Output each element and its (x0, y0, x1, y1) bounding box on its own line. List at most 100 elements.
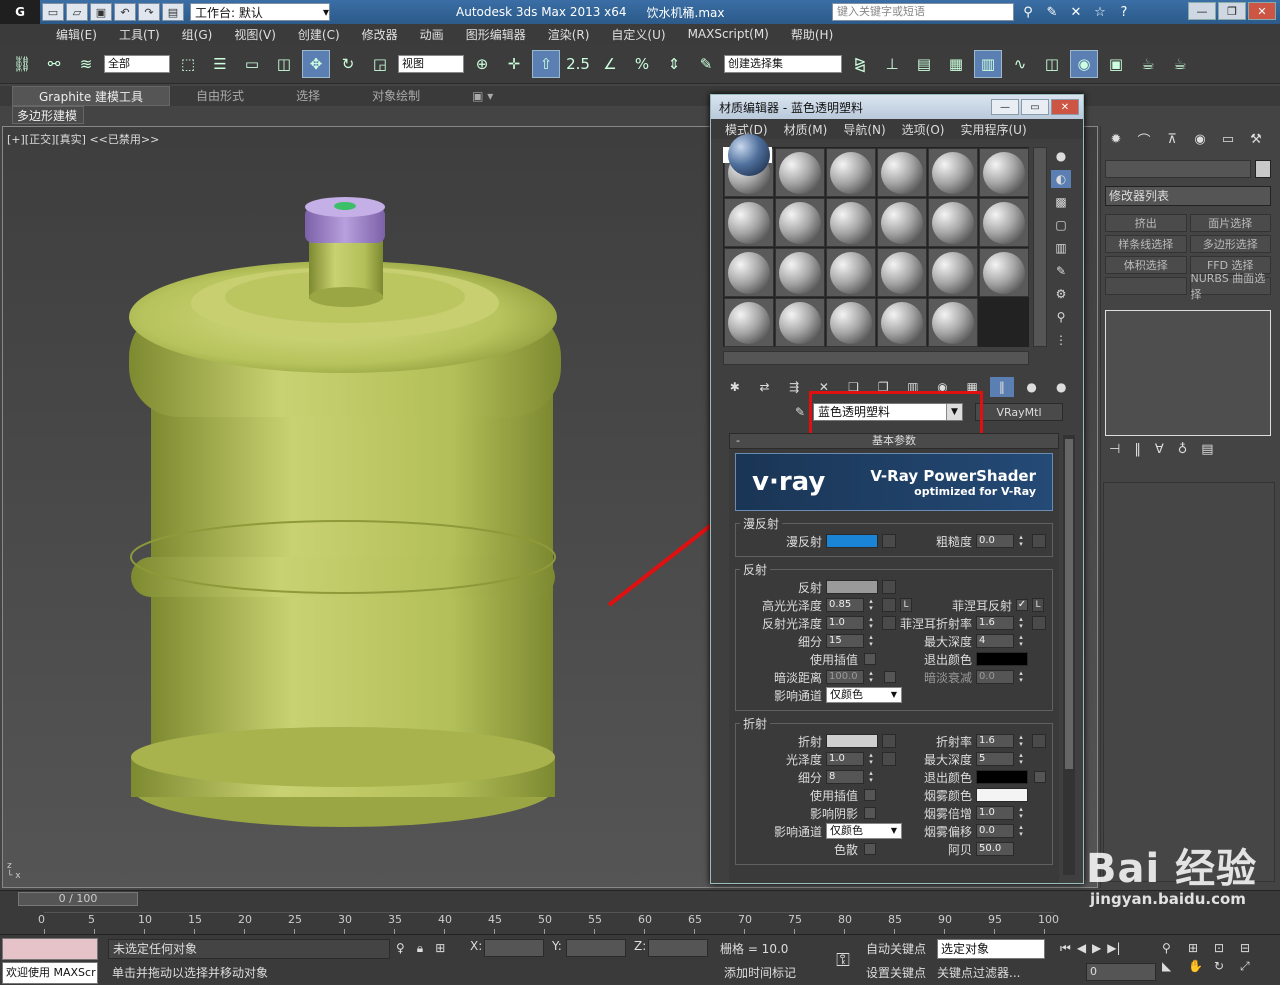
menu-graph-editors[interactable]: 图形编辑器 (466, 26, 526, 43)
refract-map-button[interactable] (882, 734, 896, 748)
sample-slot[interactable] (723, 134, 772, 176)
help-icon[interactable]: ? (1114, 2, 1134, 22)
close-button[interactable]: ✕ (1248, 2, 1276, 20)
create-tab-icon[interactable]: ✹ (1107, 130, 1125, 148)
gloss-map-button[interactable] (882, 752, 896, 766)
link-icon[interactable]: ⛓ (8, 50, 36, 78)
refr-subdivs-spinner[interactable]: ▴ ▾ (866, 770, 876, 784)
modifier-button[interactable]: NURBS 曲面选择 (1189, 272, 1271, 301)
select-by-name-icon[interactable]: ☰ (206, 50, 234, 78)
sample-slot[interactable] (877, 198, 927, 247)
play-icon[interactable]: ▶ (1092, 941, 1101, 956)
refract-color-swatch[interactable] (826, 734, 878, 748)
exit-color-swatch[interactable] (976, 652, 1028, 666)
fresnel-checkbox[interactable]: ✓ (1016, 599, 1028, 611)
refr-subdivs-field[interactable]: 8 (826, 770, 864, 784)
frame-ruler[interactable]: 0 5 10 15 20 25 30 35 40 45 50 55 60 65 70 75 80 85 90 95 10… (38, 912, 1059, 935)
maxscript-listener-mini[interactable] (2, 938, 98, 960)
ior-spinner[interactable]: ▴ ▾ (1016, 734, 1026, 748)
menu-tools[interactable]: 工具(T) (119, 26, 160, 43)
z-field[interactable] (648, 939, 708, 957)
search-input[interactable]: 键入关键字或短语 (832, 3, 1014, 21)
reflect-map-button[interactable] (882, 580, 896, 594)
reflect-color-swatch[interactable] (826, 580, 878, 594)
unlink-icon[interactable]: ⚯ (40, 50, 68, 78)
gloss-spinner[interactable]: ▴ ▾ (866, 752, 876, 766)
next-frame-icon[interactable]: ▶| (1107, 941, 1120, 956)
refr-max-depth-spinner[interactable]: ▴ ▾ (1016, 752, 1026, 766)
select-object-icon[interactable]: ⬚ (174, 50, 202, 78)
water-bucket-model[interactable] (129, 197, 561, 827)
maxscript-welcome-text[interactable]: 欢迎使用 MAXScr (2, 962, 98, 984)
select-move-icon[interactable]: ✥ (302, 49, 330, 78)
menu-modifiers[interactable]: 修改器 (362, 26, 398, 43)
fog-bias-spinner[interactable]: ▴ ▾ (1016, 824, 1026, 838)
sample-uv-tiling-icon[interactable]: ▢ (1051, 216, 1071, 234)
snaps-toggle-icon[interactable]: 2.5 (564, 50, 592, 78)
render-iterative-icon[interactable]: ☕ (1166, 50, 1194, 78)
make-unique-icon[interactable]: ∀ (1155, 442, 1164, 457)
menu-help[interactable]: 帮助(H) (791, 26, 833, 43)
hilight-gloss-map-button[interactable] (882, 598, 896, 612)
fog-mult-field[interactable]: 1.0 (976, 806, 1014, 820)
gloss-field[interactable]: 1.0 (826, 752, 864, 766)
dispersion-checkbox[interactable] (864, 843, 876, 855)
slots-horizontal-scrollbar[interactable] (723, 351, 1029, 365)
hilight-gloss-spinner[interactable]: ▴ ▾ (866, 598, 876, 612)
open-file-icon[interactable]: ▱ (66, 3, 88, 21)
sample-slot[interactable] (775, 298, 825, 347)
use-interp-checkbox[interactable] (864, 653, 876, 665)
modifier-button[interactable]: 多边形选择 (1189, 235, 1271, 253)
sample-slot[interactable] (826, 248, 876, 297)
sample-slot[interactable] (826, 148, 876, 197)
scrollbar-thumb[interactable] (1065, 439, 1073, 769)
sample-slot[interactable] (877, 148, 927, 197)
named-selection-select[interactable]: 创建选择集 (724, 54, 842, 73)
sample-slot[interactable] (928, 198, 978, 247)
reference-coord-select[interactable]: 视图 (398, 54, 464, 73)
key-icon[interactable]: ✎ (1042, 2, 1062, 22)
sample-slot[interactable] (826, 298, 876, 347)
menu-group[interactable]: 组(G) (182, 26, 213, 43)
add-time-tag-button[interactable]: 添加时间标记 (720, 963, 820, 983)
refr-use-interp-checkbox[interactable] (864, 789, 876, 801)
sample-slot[interactable] (826, 198, 876, 247)
maximize-button[interactable]: ❐ (1218, 2, 1246, 20)
diffuse-color-swatch[interactable] (826, 534, 878, 548)
sample-slot[interactable] (724, 248, 774, 297)
rect-selection-icon[interactable]: ▭ (238, 50, 266, 78)
affect-channels-select[interactable]: 仅颜色 ▼ (826, 687, 902, 703)
tab-graphite-modeling[interactable]: Graphite 建模工具 (12, 86, 171, 106)
key-icon[interactable]: ⚿ (826, 945, 860, 975)
select-by-material-icon[interactable]: ⚲ (1051, 308, 1071, 326)
bind-spacewarp-icon[interactable]: ≋ (72, 50, 100, 78)
go-to-parent-icon[interactable]: ● (1020, 377, 1044, 397)
motion-tab-icon[interactable]: ◉ (1191, 130, 1209, 148)
save-icon[interactable]: ▣ (90, 3, 112, 21)
schematic-view-icon[interactable]: ∿ (1006, 50, 1034, 78)
zoom-extents-icon[interactable]: ⊡ (1214, 941, 1238, 955)
video-color-check-icon[interactable]: ▥ (1051, 239, 1071, 257)
refr-exit-color-checkbox[interactable] (1034, 771, 1046, 783)
zoom-icon[interactable]: ⚲ (1162, 941, 1186, 955)
material-editor-titlebar[interactable]: 材质编辑器 - 蓝色透明塑料 — ▭ ✕ (711, 95, 1083, 119)
select-manipulate-icon[interactable]: ✛ (500, 50, 528, 78)
pivot-center-icon[interactable]: ⊕ (468, 50, 496, 78)
subdivs-spinner[interactable]: ▴ ▾ (866, 634, 876, 648)
abbe-field[interactable]: 50.0 (976, 842, 1014, 856)
time-slider-thumb[interactable]: 0 / 100 (18, 892, 138, 906)
sample-slot[interactable] (775, 248, 825, 297)
roughness-spinner[interactable]: ▴ ▾ (1016, 534, 1026, 548)
ior-field[interactable]: 1.6 (976, 734, 1014, 748)
fog-color-swatch[interactable] (976, 788, 1028, 802)
exchange-icon[interactable]: ✕ (1066, 2, 1086, 22)
menu-material[interactable]: 材质(M) (784, 121, 828, 138)
refr-exit-color-swatch[interactable] (976, 770, 1028, 784)
material-map-navigator-icon[interactable]: ⋮ (1051, 331, 1071, 349)
refr-max-depth-field[interactable]: 5 (976, 752, 1014, 766)
rendered-frame-icon[interactable]: ▣ (1102, 50, 1130, 78)
tab-freeform[interactable]: 自由形式 (170, 86, 270, 106)
dim-falloff-spinner[interactable]: ▴ ▾ (1016, 670, 1026, 684)
fov-icon[interactable]: ◣ (1162, 959, 1186, 974)
menu-edit[interactable]: 编辑(E) (56, 26, 97, 43)
